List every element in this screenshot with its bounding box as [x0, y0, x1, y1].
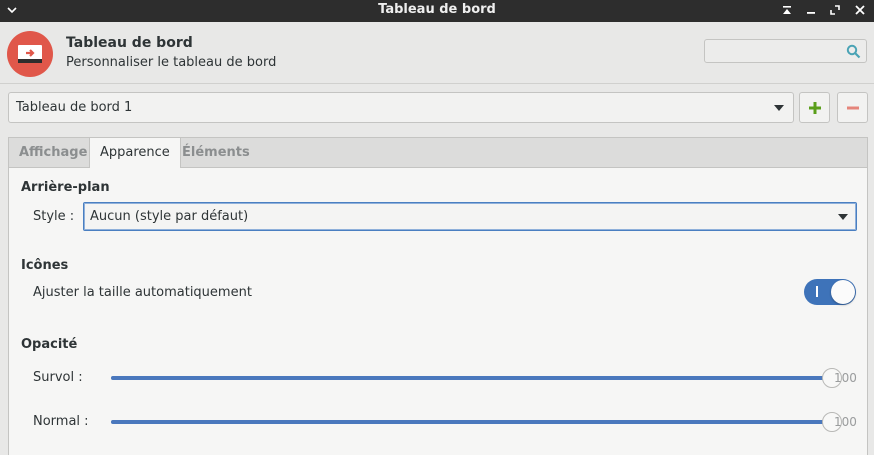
hover-opacity-label: Survol :: [33, 370, 83, 385]
tab-apparence[interactable]: Apparence: [89, 138, 181, 168]
minus-icon: [847, 106, 859, 110]
dropdown-arrow-icon: [838, 214, 848, 220]
panel-app-icon: [7, 31, 53, 77]
app-title: Tableau de bord: [66, 35, 193, 51]
slider-fill: [111, 376, 831, 380]
search-input[interactable]: [709, 42, 843, 62]
auto-resize-label: Ajuster la taille automatiquement: [33, 285, 252, 300]
icons-heading: Icônes: [21, 258, 69, 273]
maximize-icon[interactable]: [828, 3, 842, 17]
window-title: Tableau de bord: [378, 2, 496, 17]
dropdown-arrow-icon: [774, 105, 784, 111]
app-subtitle: Personnaliser le tableau de bord: [66, 55, 277, 70]
tab-bar: Affichage Apparence Éléments: [9, 138, 867, 168]
style-dropdown-value: Aucun (style par défaut): [90, 209, 249, 224]
toggle-on-mark: [816, 286, 818, 297]
close-icon[interactable]: [853, 3, 867, 17]
normal-opacity-slider[interactable]: [111, 412, 842, 432]
background-heading: Arrière-plan: [21, 180, 110, 195]
tab-affichage[interactable]: Affichage: [9, 138, 97, 167]
normal-opacity-label: Normal :: [33, 414, 89, 429]
style-dropdown[interactable]: Aucun (style par défaut): [83, 202, 857, 231]
add-panel-button[interactable]: [799, 92, 830, 123]
settings-notebook: Affichage Apparence Éléments Arrière-pla…: [8, 137, 868, 455]
toggle-knob[interactable]: [831, 280, 855, 304]
style-label: Style :: [33, 209, 75, 224]
hover-opacity-value: 100: [834, 371, 857, 385]
search-icon[interactable]: [846, 44, 861, 59]
window-titlebar: Tableau de bord: [0, 0, 874, 22]
opacity-heading: Opacité: [21, 337, 78, 352]
search-box[interactable]: [704, 39, 867, 63]
move-up-icon[interactable]: [780, 3, 794, 17]
auto-resize-toggle[interactable]: [804, 279, 856, 305]
remove-panel-button[interactable]: [837, 92, 868, 123]
panel-selector-value: Tableau de bord 1: [16, 100, 133, 115]
app-header: Tableau de bord Personnaliser le tableau…: [0, 22, 874, 84]
hover-opacity-slider[interactable]: [111, 368, 842, 388]
panel-selector-dropdown[interactable]: Tableau de bord 1: [8, 92, 794, 123]
panel-icon: [18, 45, 42, 63]
minimize-icon[interactable]: [804, 3, 818, 17]
plus-icon: [809, 102, 821, 114]
normal-opacity-value: 100: [834, 415, 857, 429]
slider-fill: [111, 420, 831, 424]
tab-elements[interactable]: Éléments: [172, 138, 260, 167]
